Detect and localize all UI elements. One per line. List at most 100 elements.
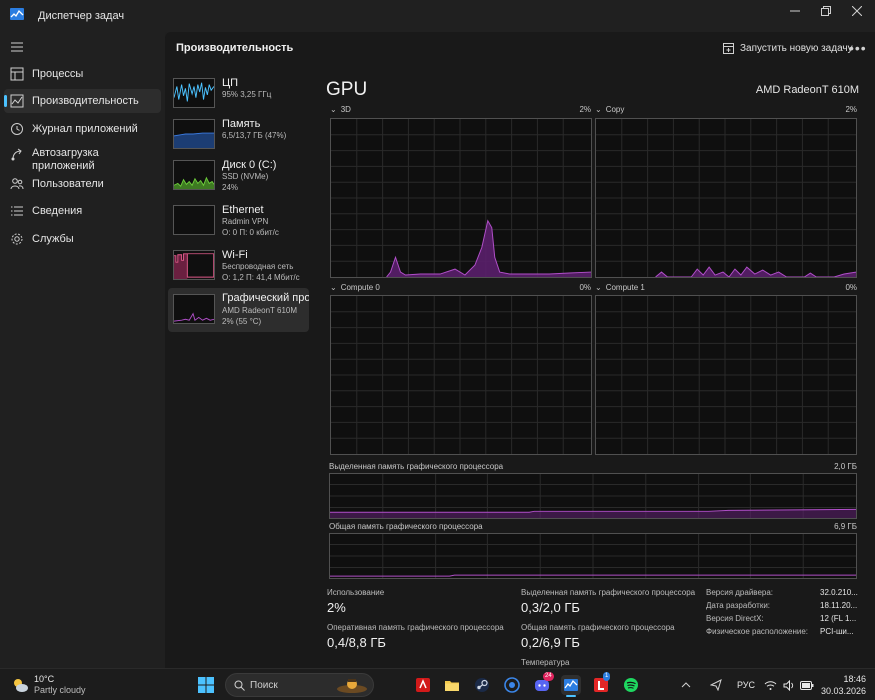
minimize-icon xyxy=(790,10,800,12)
main-panel: Производительность Запустить новую задач… xyxy=(165,32,875,668)
taskbar-discord-app[interactable]: 24 xyxy=(532,672,554,695)
chevron-down-icon: ⌄ xyxy=(330,283,337,292)
task-manager-icon xyxy=(564,679,578,691)
sidebar-item-services[interactable]: Службы xyxy=(4,227,161,251)
engine-name: 3D xyxy=(340,105,351,114)
chevron-down-icon: ⌄ xyxy=(330,105,337,114)
engine-selector-copy[interactable]: ⌄ Copy xyxy=(595,105,624,114)
sidebar-item-label: Производительность xyxy=(32,94,139,107)
gpu-copy-graph xyxy=(595,118,857,278)
taskbar-lasso-app[interactable]: 1 xyxy=(591,672,611,695)
spotify-icon xyxy=(624,678,638,692)
window-title: Диспетчер задач xyxy=(38,10,125,22)
taskbar-spotify-app[interactable] xyxy=(621,675,641,695)
device-detail-2: 24% xyxy=(222,183,239,192)
driver-date-key: Дата разработки: xyxy=(706,601,771,610)
battery-icon xyxy=(800,680,814,690)
engine-selector-compute-0[interactable]: ⌄ Compute 0 xyxy=(330,283,380,292)
wifi-icon xyxy=(764,680,777,690)
tray-show-hidden-icons[interactable] xyxy=(681,669,691,700)
dedicated-stat-label: Выделенная память графического процессор… xyxy=(521,588,696,597)
tray-telegram[interactable] xyxy=(710,669,722,700)
device-memory[interactable]: Память 6,5/13,7 ГБ (47%) xyxy=(168,116,309,159)
shared-memory-label: Общая память графического процессора xyxy=(329,522,483,531)
device-detail-2: О: 1,2 П: 41,4 Мбит/с xyxy=(222,273,300,282)
lasso-badge: 1 xyxy=(603,672,611,681)
details-icon xyxy=(11,206,23,216)
device-cpu[interactable]: ЦП 95% 3,25 ГГц xyxy=(168,75,309,118)
temperature-label: Температура xyxy=(521,658,570,667)
tray-wifi[interactable] xyxy=(764,669,777,700)
device-ethernet[interactable]: Ethernet Radmin VPN О: 0 П: 0 кбит/с xyxy=(168,202,309,245)
search-highlight-illustration-icon xyxy=(337,679,367,693)
active-indicator xyxy=(4,95,7,107)
chevron-down-icon: ⌄ xyxy=(595,283,602,292)
services-icon xyxy=(11,233,23,245)
taskbar-amd-software-app[interactable] xyxy=(413,675,433,695)
sidebar-item-startup[interactable]: Автозагрузка приложений xyxy=(4,145,161,175)
close-button[interactable] xyxy=(842,0,872,22)
title-bar: Диспетчер задач xyxy=(0,0,875,32)
shared-memory-graph xyxy=(329,533,857,579)
driver-version-key: Версия драйвера: xyxy=(706,588,774,597)
run-new-task-button[interactable]: Запустить новую задачу xyxy=(723,41,853,55)
browser-icon xyxy=(504,677,520,693)
menu-icon[interactable] xyxy=(11,42,23,52)
physical-location-key: Физическое расположение: xyxy=(706,627,808,636)
sidebar-item-users[interactable]: Пользователи xyxy=(4,172,161,196)
telegram-icon xyxy=(710,679,722,691)
close-icon xyxy=(852,6,862,16)
disk-thumbnail-graph xyxy=(173,160,215,190)
engine-selector-compute-1[interactable]: ⌄ Compute 1 xyxy=(595,283,645,292)
engine-selector-3d[interactable]: ⌄ 3D xyxy=(330,105,351,114)
sidebar-item-processes[interactable]: Процессы xyxy=(4,62,161,86)
maximize-button[interactable] xyxy=(811,0,841,22)
sidebar-item-app-history[interactable]: Журнал приложений xyxy=(4,117,161,141)
sidebar-item-performance[interactable]: Производительность xyxy=(4,89,161,113)
task-manager-app-icon xyxy=(10,8,24,20)
device-wifi[interactable]: Wi-Fi Беспроводная сеть О: 1,2 П: 41,4 М… xyxy=(168,247,309,290)
windows-start-icon[interactable] xyxy=(198,677,214,693)
tray-volume[interactable] xyxy=(783,669,796,700)
minimize-button[interactable] xyxy=(780,0,810,22)
sidebar-item-label: Пользователи xyxy=(32,177,104,190)
taskbar-steam-app[interactable] xyxy=(472,675,492,695)
engine-percent: 2% xyxy=(579,105,591,114)
engine-name: Copy xyxy=(605,105,625,114)
taskbar-task-manager-app[interactable] xyxy=(561,675,581,697)
device-name: Ethernet xyxy=(222,204,264,216)
more-options-button[interactable]: ••• xyxy=(849,40,867,56)
weather-temperature[interactable]: 10°C xyxy=(34,674,54,684)
taskbar-file-explorer-app[interactable] xyxy=(442,675,462,695)
weather-description[interactable]: Partly cloudy xyxy=(34,685,86,695)
taskbar-search-box[interactable]: Поиск xyxy=(225,673,374,697)
partly-cloudy-icon[interactable] xyxy=(11,677,29,693)
directx-version-key: Версия DirectX: xyxy=(706,614,764,623)
clock-time[interactable]: 18:46 xyxy=(826,674,866,684)
engine-percent: 2% xyxy=(845,105,857,114)
taskbar-browser-app[interactable] xyxy=(502,675,522,695)
run-task-icon xyxy=(723,42,734,54)
device-disk[interactable]: Диск 0 (C:) SSD (NVMe) 24% xyxy=(168,157,309,200)
dedicated-memory-max: 2,0 ГБ xyxy=(834,462,857,471)
device-detail: 6,5/13,7 ГБ (47%) xyxy=(222,131,287,140)
tray-language[interactable]: РУС xyxy=(737,669,755,700)
device-name: Wi-Fi xyxy=(222,249,248,261)
device-detail: Беспроводная сеть xyxy=(222,262,294,271)
tray-battery[interactable] xyxy=(800,669,814,700)
users-icon xyxy=(10,178,24,190)
chevron-up-icon xyxy=(681,682,691,688)
device-gpu[interactable]: Графический процессор AMD RadeonT 610M 2… xyxy=(168,288,309,332)
device-detail: SSD (NVMe) xyxy=(222,172,269,181)
engine-percent: 0% xyxy=(579,283,591,292)
processes-icon xyxy=(10,67,24,81)
driver-version-value: 32.0.210... xyxy=(820,588,858,597)
sidebar-item-details[interactable]: Сведения xyxy=(4,199,161,223)
amd-icon xyxy=(416,678,430,692)
sidebar: Процессы Производительность Журнал прило… xyxy=(0,32,165,668)
sidebar-item-label: Процессы xyxy=(32,67,84,80)
clock-date[interactable]: 30.03.2026 xyxy=(816,686,866,696)
gpu-3d-graph xyxy=(330,118,592,278)
ethernet-thumbnail-graph xyxy=(173,205,215,235)
dedicated-stat-value: 0,3/2,0 ГБ xyxy=(521,600,580,615)
